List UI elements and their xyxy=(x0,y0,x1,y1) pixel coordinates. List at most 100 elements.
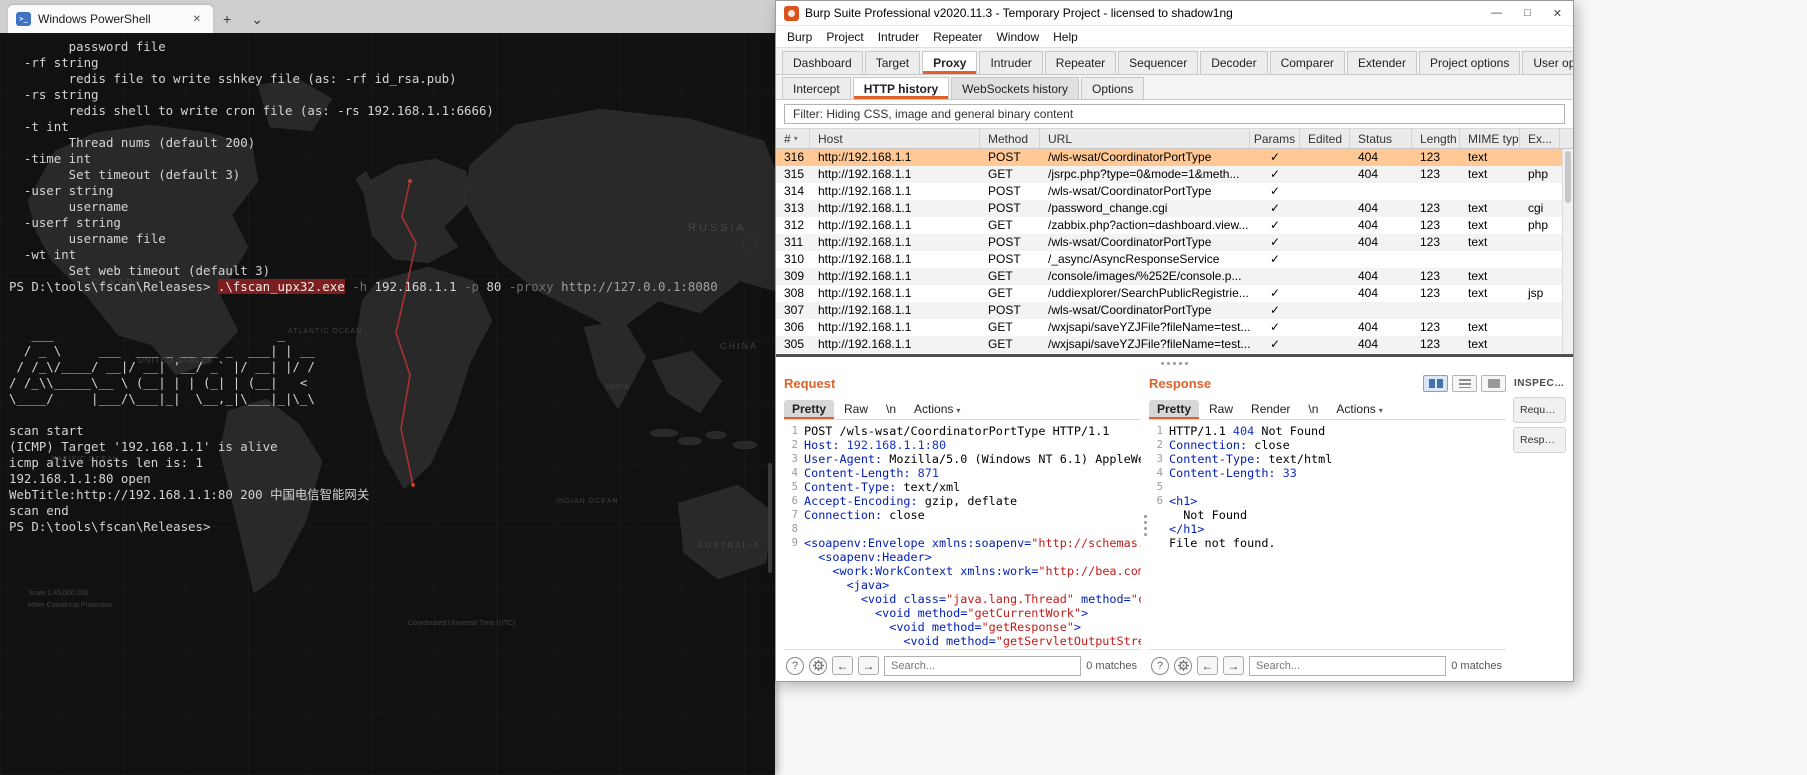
sub-tab-options[interactable]: Options xyxy=(1081,77,1145,99)
http-history-row[interactable]: 308 http://192.168.1.1 GET /uddiexplorer… xyxy=(776,285,1573,302)
column-header-extension[interactable]: Ex... xyxy=(1520,129,1560,148)
column-header-length[interactable]: Length xyxy=(1412,129,1460,148)
editor-tab-actions[interactable]: Actions ▾ xyxy=(1328,400,1390,419)
cell-edited xyxy=(1300,268,1350,285)
column-header-url[interactable]: URL xyxy=(1040,129,1250,148)
cell-params-check: ✓ xyxy=(1269,286,1281,300)
main-tab-intruder[interactable]: Intruder xyxy=(979,51,1043,74)
editor-tab-pretty[interactable]: Pretty xyxy=(784,400,835,419)
code-line: Not Found xyxy=(1169,508,1248,522)
burp-title-bar: Burp Suite Professional v2020.11.3 - Tem… xyxy=(776,1,1573,26)
layout-columns-button[interactable] xyxy=(1423,374,1448,392)
editor-tab-actions[interactable]: Actions ▾ xyxy=(906,400,968,419)
cell-length xyxy=(1412,183,1460,200)
menu-item-burp[interactable]: Burp xyxy=(780,30,819,44)
maximize-button[interactable]: □ xyxy=(1521,7,1534,20)
code-line: 7 Connection: close xyxy=(791,508,925,522)
burp-app-icon xyxy=(784,5,799,21)
layout-single-button[interactable] xyxy=(1481,374,1506,392)
inspector-section[interactable]: Request ... xyxy=(1513,397,1566,423)
column-header-params[interactable]: Params xyxy=(1250,129,1300,148)
sub-tab-intercept[interactable]: Intercept xyxy=(782,77,851,99)
table-scrollbar[interactable] xyxy=(1562,149,1573,354)
http-history-row[interactable]: 305 http://192.168.1.1 GET /wxjsapi/save… xyxy=(776,336,1573,353)
close-button[interactable]: ✕ xyxy=(1550,7,1565,20)
menu-item-help[interactable]: Help xyxy=(1046,30,1085,44)
http-history-row[interactable]: 311 http://192.168.1.1 POST /wls-wsat/Co… xyxy=(776,234,1573,251)
column-header-edited[interactable]: Edited xyxy=(1300,129,1350,148)
main-tab-decoder[interactable]: Decoder xyxy=(1200,51,1268,74)
http-history-row[interactable]: 312 http://192.168.1.1 GET /zabbix.php?a… xyxy=(776,217,1573,234)
editor-tab-raw[interactable]: Raw xyxy=(1201,400,1241,419)
terminal-tab-powershell[interactable]: >_ Windows PowerShell ✕ xyxy=(8,5,213,33)
previous-match-button[interactable]: ← xyxy=(832,656,853,675)
column-header-host[interactable]: Host xyxy=(810,129,980,148)
cell-method: POST xyxy=(988,303,1021,317)
next-match-button[interactable]: → xyxy=(1223,656,1244,675)
http-history-row[interactable]: 306 http://192.168.1.1 GET /wxjsapi/save… xyxy=(776,319,1573,336)
http-history-row[interactable]: 313 http://192.168.1.1 POST /password_ch… xyxy=(776,200,1573,217)
horizontal-splitter[interactable] xyxy=(776,354,1573,370)
cell-method: POST xyxy=(988,201,1021,215)
menu-item-project[interactable]: Project xyxy=(819,30,870,44)
main-tab-project-options[interactable]: Project options xyxy=(1418,51,1521,74)
main-tab-repeater[interactable]: Repeater xyxy=(1044,51,1117,74)
main-tab-sequencer[interactable]: Sequencer xyxy=(1118,51,1199,74)
terminal-scrollbar-thumb[interactable] xyxy=(768,462,772,573)
menu-item-intruder[interactable]: Intruder xyxy=(871,30,926,44)
http-history-row[interactable]: 315 http://192.168.1.1 GET /jsrpc.php?ty… xyxy=(776,166,1573,183)
editor-tab--n[interactable]: \n xyxy=(878,400,904,419)
menu-item-repeater[interactable]: Repeater xyxy=(926,30,989,44)
http-history-row[interactable]: 307 http://192.168.1.1 POST /wls-wsat/Co… xyxy=(776,302,1573,319)
gear-icon[interactable] xyxy=(809,656,827,675)
menu-item-window[interactable]: Window xyxy=(989,30,1046,44)
column-header-method[interactable]: Method xyxy=(980,129,1040,148)
main-tab-proxy[interactable]: Proxy xyxy=(922,51,978,74)
minimize-button[interactable]: — xyxy=(1488,7,1505,20)
request-search-input[interactable] xyxy=(884,655,1082,676)
main-tab-user-options[interactable]: User options xyxy=(1522,51,1573,74)
http-history-row[interactable]: 314 http://192.168.1.1 POST /wls-wsat/Co… xyxy=(776,183,1573,200)
cell-mime xyxy=(1460,302,1520,319)
main-tab-dashboard[interactable]: Dashboard xyxy=(782,51,863,74)
tab-dropdown-button[interactable]: ⌄ xyxy=(241,5,273,33)
editor-tab-pretty[interactable]: Pretty xyxy=(1149,400,1200,419)
cell-method: POST xyxy=(988,184,1021,198)
vertical-splitter[interactable] xyxy=(1141,370,1149,681)
request-editor-body[interactable]: 1 POST /wls-wsat/CoordinatorPortType HTTP… xyxy=(784,420,1141,649)
filter-bar[interactable]: Filter: Hiding CSS, image and general bi… xyxy=(784,104,1565,124)
help-icon[interactable]: ? xyxy=(1151,656,1169,675)
previous-match-button[interactable]: ← xyxy=(1197,656,1218,675)
http-history-row[interactable]: 316 http://192.168.1.1 POST /wls-wsat/Co… xyxy=(776,149,1573,166)
http-history-table: # ▾ Host Method URL Params Edited Status … xyxy=(776,129,1573,354)
http-history-row[interactable]: 309 http://192.168.1.1 GET /console/imag… xyxy=(776,268,1573,285)
column-header-status[interactable]: Status xyxy=(1350,129,1412,148)
sub-tab-http-history[interactable]: HTTP history xyxy=(852,77,950,99)
layout-rows-button[interactable] xyxy=(1452,374,1477,392)
editor-tab-render[interactable]: Render xyxy=(1243,400,1298,419)
editor-tab-raw[interactable]: Raw xyxy=(836,400,876,419)
terminal-scrollbar[interactable] xyxy=(766,37,774,771)
cell-host: http://192.168.1.1 xyxy=(818,184,912,198)
http-history-row[interactable]: 310 http://192.168.1.1 POST /_async/Asyn… xyxy=(776,251,1573,268)
next-match-button[interactable]: → xyxy=(858,656,879,675)
tab-close-icon[interactable]: ✕ xyxy=(189,12,205,27)
response-search-input[interactable] xyxy=(1249,655,1447,676)
chevron-down-icon: ▾ xyxy=(956,406,961,415)
cell-length: 123 xyxy=(1420,167,1441,181)
main-tab-comparer[interactable]: Comparer xyxy=(1269,51,1345,74)
gear-icon[interactable] xyxy=(1174,656,1192,675)
column-header-mime[interactable]: MIME type xyxy=(1460,129,1520,148)
response-editor-body[interactable]: 1 HTTP/1.1 404 Not Found 2 Connection: clos… xyxy=(1149,420,1506,649)
table-scrollbar-thumb[interactable] xyxy=(1565,151,1571,203)
editor-tab--n[interactable]: \n xyxy=(1300,400,1326,419)
inspector-section[interactable]: Response... xyxy=(1513,427,1566,453)
main-tab-extender[interactable]: Extender xyxy=(1346,51,1417,74)
new-tab-button[interactable]: + xyxy=(213,5,241,33)
column-header-number[interactable]: # ▾ xyxy=(776,129,810,148)
main-tab-target[interactable]: Target xyxy=(864,51,921,74)
sub-tab-websockets-history[interactable]: WebSockets history xyxy=(951,77,1079,99)
cell-extension xyxy=(1520,183,1560,200)
help-icon[interactable]: ? xyxy=(786,656,804,675)
